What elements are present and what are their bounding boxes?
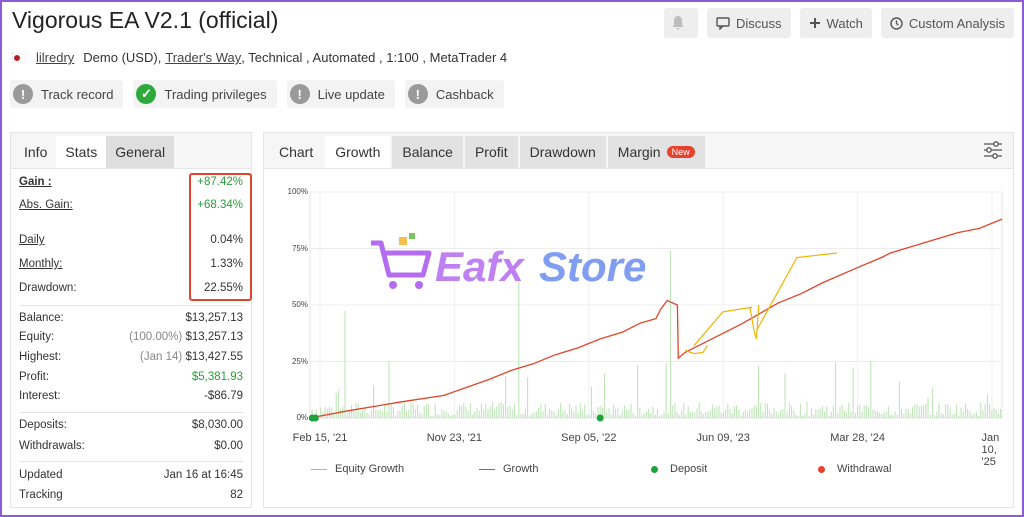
user-flag-icon: [12, 52, 26, 63]
notify-button[interactable]: [664, 8, 699, 38]
pill-trading-privileges[interactable]: ✓ Trading privileges: [133, 80, 277, 108]
tab-profit[interactable]: Profit: [464, 136, 518, 168]
pill-label: Cashback: [435, 86, 494, 102]
tab-general[interactable]: General: [106, 136, 175, 168]
x-tick-label: Jun 09, '23: [696, 432, 750, 444]
tab-stats[interactable]: Stats: [56, 136, 107, 168]
stat-profit: Profit: $5,381.93: [19, 371, 243, 383]
filter-settings-icon[interactable]: [983, 141, 1003, 159]
x-tick-label: Mar 28, '24: [830, 432, 885, 444]
pill-label: Trading privileges: [164, 86, 267, 102]
x-tick-label: Nov 23, '21: [426, 432, 483, 444]
check-icon: ✓: [136, 84, 157, 104]
stat-interest: Interest: -$86.79: [19, 390, 243, 402]
stat-updated: Updated Jan 16 at 16:45: [19, 469, 243, 481]
divider: [19, 305, 243, 306]
custom-analysis-label: Custom Analysis: [908, 15, 1005, 31]
legend-equity-growth[interactable]: Equity Growth: [311, 463, 404, 475]
tab-margin[interactable]: Margin New: [607, 136, 705, 168]
eafx-watermark: Eafx Store: [369, 233, 659, 308]
discuss-label: Discuss: [736, 15, 782, 31]
status-pills: ! Track record ✓ Trading privileges ! Live …: [10, 80, 504, 108]
stat-equity: Equity: (100.00%) $13,257.13: [19, 331, 243, 343]
y-tick-label: 50%: [291, 300, 308, 309]
account-type: Demo (USD),: [83, 50, 162, 65]
tab-drawdown[interactable]: Drawdown: [519, 136, 606, 168]
clock-icon: [890, 16, 903, 30]
x-tick-label: Sep 05, '22: [561, 432, 617, 444]
pill-cashback[interactable]: ! Cashback: [404, 80, 504, 108]
legend-deposit[interactable]: Deposit: [651, 463, 707, 475]
stat-balance: Balance: $13,257.13: [19, 312, 243, 324]
discuss-button[interactable]: Discuss: [707, 8, 791, 38]
watermark-text-b: Store: [539, 243, 647, 290]
watch-button[interactable]: Watch: [799, 8, 872, 38]
tab-chart[interactable]: Chart: [269, 136, 323, 168]
x-tick-label: Jan 10, '25: [981, 432, 1000, 468]
plus-icon: [809, 18, 820, 28]
highlight-box: [189, 173, 252, 301]
pill-live-update[interactable]: ! Live update: [286, 80, 395, 108]
y-tick-label: 100%: [287, 187, 308, 196]
stats-tabs: Info Stats General: [11, 133, 251, 169]
custom-analysis-button[interactable]: Custom Analysis: [880, 8, 1014, 38]
exclamation-icon: !: [13, 84, 33, 104]
stat-deposits: Deposits: $8,030.00: [19, 419, 243, 431]
pill-track-record[interactable]: ! Track record: [10, 80, 124, 108]
stat-highest: Highest: (Jan 14) $13,427.55: [19, 351, 243, 363]
chat-icon: [716, 16, 730, 30]
account-meta: lilredry Demo (USD), Trader's Way , Tech…: [12, 50, 507, 65]
chart-panel: Chart Growth Balance Profit Drawdown Mar…: [263, 132, 1014, 508]
bell-icon: [672, 16, 684, 30]
top-actions: Discuss Watch Custom Analysis: [664, 8, 1014, 38]
exclamation-icon: !: [407, 84, 428, 104]
chart-tabs: Chart Growth Balance Profit Drawdown Mar…: [264, 133, 1013, 169]
watch-label: Watch: [826, 15, 863, 31]
divider: [19, 461, 243, 462]
new-badge: New: [666, 146, 695, 158]
tab-growth[interactable]: Growth: [325, 136, 391, 168]
y-tick-label: 25%: [291, 356, 308, 366]
deposit-point: [596, 414, 604, 422]
stat-withdrawals: Withdrawals: $0.00: [19, 440, 243, 452]
deposit-point: [311, 414, 319, 422]
legend-growth[interactable]: Growth: [479, 463, 538, 475]
pill-label: Track record: [41, 86, 114, 102]
exclamation-icon: !: [289, 84, 310, 104]
pill-label: Live update: [317, 86, 385, 102]
account-details: , Technical , Automated , 1:100 , MetaTr…: [241, 50, 508, 65]
user-link[interactable]: lilredry: [36, 50, 74, 65]
y-tick-label: 0%: [296, 413, 308, 422]
stat-tracking: Tracking 82: [19, 489, 243, 501]
legend-withdrawal[interactable]: Withdrawal: [818, 463, 891, 475]
x-tick-label: Feb 15, '21: [292, 432, 348, 444]
tab-balance[interactable]: Balance: [392, 136, 463, 168]
stats-panel: Info Stats General Gain : +87.42% Abs. Ga…: [10, 132, 252, 508]
tab-info[interactable]: Info: [15, 136, 56, 168]
y-tick-label: 75%: [291, 243, 308, 253]
watermark-text-a: Eafx: [435, 243, 524, 290]
divider: [19, 412, 243, 413]
broker-link[interactable]: Trader's Way: [165, 50, 241, 65]
growth-chart: [308, 191, 1003, 422]
page-title: Vigorous EA V2.1 (official): [12, 7, 279, 33]
